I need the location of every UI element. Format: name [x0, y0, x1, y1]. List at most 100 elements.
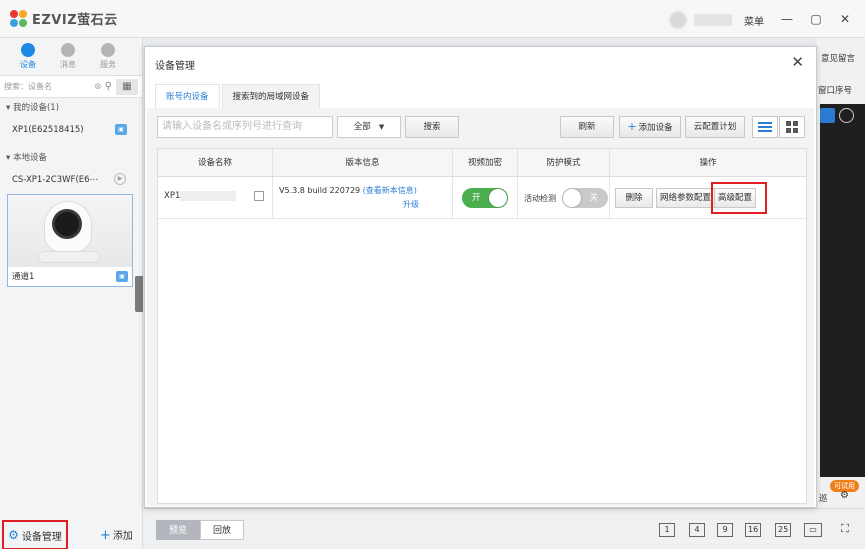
tab-account-devices[interactable]: 账号内设备	[155, 84, 220, 108]
list-view-icon	[758, 122, 772, 132]
plus-icon: +	[100, 528, 111, 543]
caret-down-icon: ▼	[378, 123, 385, 131]
maximize-button[interactable]: ▢	[807, 10, 825, 28]
add-device-label: 添加设备	[638, 123, 673, 133]
channel-status-icon: ▣	[116, 271, 128, 282]
camera-base	[38, 251, 100, 263]
grid-view-icon	[786, 121, 798, 133]
cell-guard-mode: 活动检测 关	[518, 177, 610, 218]
camera-thumbnail	[8, 195, 132, 267]
table-row: XP1 V5.3.8 build 220729 (查看新本信息) 升级 开 活动…	[158, 177, 806, 219]
toggle-knob	[563, 189, 581, 207]
play-control-icon[interactable]	[839, 108, 854, 123]
version-text: V5.3.8 build 220729 (查看新本信息)	[279, 185, 417, 196]
feedback-link[interactable]: 意见留言	[821, 52, 855, 64]
preview-tab[interactable]: 预览	[156, 520, 200, 540]
settings-icon[interactable]: ⚙	[840, 490, 849, 501]
delete-button[interactable]: 删除	[615, 188, 653, 208]
upgrade-link[interactable]: 升级	[403, 199, 419, 210]
layout-1-button[interactable]: 1	[659, 523, 675, 537]
cell-encrypt: 开	[453, 177, 518, 218]
fullscreen-icon[interactable]: ⛶	[837, 523, 853, 537]
sidebar-collapse-handle[interactable]	[135, 276, 143, 312]
dialog-tabs: 账号内设备 搜索到的局域网设备	[155, 84, 322, 108]
grid-view-button[interactable]	[779, 116, 805, 138]
search-button[interactable]: 搜索	[405, 116, 459, 138]
menu-button[interactable]: 菜单	[744, 13, 764, 28]
device-search-input[interactable]: 请输入设备名或序列号进行查询	[157, 116, 333, 138]
chat-icon[interactable]	[820, 108, 835, 123]
edit-icon[interactable]	[254, 191, 264, 201]
app-logo: EZVIZ萤石云	[10, 9, 118, 28]
sidebar-footer: ⚙ 设备管理 + 添加	[0, 516, 143, 549]
device-management-label: 设备管理	[21, 531, 62, 543]
device-search[interactable]: 搜索：设备名 ⊗ ⚲ ▦	[0, 76, 142, 98]
services-icon	[101, 43, 115, 57]
device-status-icon: ▣	[115, 124, 127, 135]
layout-9-button[interactable]: 9	[717, 523, 733, 537]
title-bar: EZVIZ萤石云 菜单 — ▢ ✕	[0, 0, 865, 38]
layout-4-button[interactable]: 4	[689, 523, 705, 537]
layout-25-button[interactable]: 25	[775, 523, 792, 537]
motion-detect-label: 活动检测	[524, 194, 556, 203]
cell-device-name: XP1	[158, 177, 273, 218]
tab-devices[interactable]: 设备	[8, 38, 48, 75]
sidebar: 设备 消息 服务 搜索：设备名 ⊗ ⚲ ▦ ▾ 我的设备(1) XP1(E625…	[0, 38, 143, 549]
user-avatar[interactable]	[668, 10, 688, 30]
tab-lan-devices[interactable]: 搜索到的局域网设备	[221, 84, 321, 108]
dialog-toolbar: 请输入设备名或序列号进行查询 全部 ▼ 搜索 刷新 + 添加设备 云配置计划	[157, 116, 809, 140]
dialog-close-button[interactable]: ✕	[791, 53, 804, 71]
grid-view-icon[interactable]: ▦	[116, 78, 138, 95]
device-management-button[interactable]: ⚙ 设备管理	[2, 520, 68, 549]
network-config-button[interactable]: 网络参数配置	[656, 188, 716, 208]
view-mode-switch: 预览 回放	[156, 520, 244, 540]
add-device-button[interactable]: + 添加设备	[619, 116, 681, 138]
device-table: 设备名称 版本信息 视频加密 防护模式 操作 XP1 V5.3.8 build …	[157, 148, 807, 504]
layout-16-button[interactable]: 16	[745, 523, 762, 537]
device-item-xp1[interactable]: XP1(E62518415) ▣	[0, 118, 142, 142]
window-order-link[interactable]: 窗口序号	[818, 84, 852, 96]
tab-devices-label: 设备	[20, 60, 36, 69]
tab-messages[interactable]: 消息	[48, 38, 88, 75]
add-device-sidebar-button[interactable]: + 添加	[100, 527, 133, 543]
bottom-bar: 预览 回放 1 4 9 16 25 ▭ ⛶	[144, 508, 865, 549]
play-icon[interactable]: ▶	[114, 173, 126, 185]
clear-icon[interactable]: ⊗	[94, 82, 102, 92]
col-device-name: 设备名称	[158, 149, 273, 176]
version-number: V5.3.8 build 220729	[279, 186, 361, 195]
video-encrypt-toggle[interactable]: 开	[462, 188, 508, 208]
col-version: 版本信息	[273, 149, 453, 176]
ezviz-logo-icon	[10, 9, 28, 28]
video-preview-area[interactable]	[820, 104, 865, 477]
col-actions: 操作	[699, 158, 717, 168]
tab-services-label: 服务	[100, 60, 116, 69]
refresh-button[interactable]: 刷新	[560, 116, 614, 138]
view-release-notes-link[interactable]: (查看新本信息)	[363, 186, 417, 195]
username-blurred[interactable]	[694, 14, 732, 26]
list-view-button[interactable]	[752, 116, 778, 138]
camera-icon	[21, 43, 35, 57]
group-local-devices[interactable]: ▾ 本地设备	[0, 148, 142, 168]
guard-mode-toggle[interactable]: 关	[562, 188, 608, 208]
col-guard-mode: 防护模式	[518, 149, 610, 176]
close-app-button[interactable]: ✕	[836, 10, 854, 28]
group-my-devices[interactable]: ▾ 我的设备(1)	[0, 98, 142, 118]
cloud-config-plan-button[interactable]: 云配置计划	[685, 116, 745, 138]
minimize-button[interactable]: —	[778, 10, 796, 28]
message-icon	[61, 43, 75, 57]
patrol-label: 巡	[819, 494, 828, 504]
device-filter-select[interactable]: 全部 ▼	[337, 116, 401, 138]
group-local-devices-label: 本地设备	[12, 153, 47, 163]
local-device-item[interactable]: CS-XP1-2C3WF(E6⋯ ▶	[0, 168, 142, 192]
cell-version: V5.3.8 build 220729 (查看新本信息) 升级	[273, 177, 453, 218]
channel-label: 通道1	[12, 272, 35, 282]
device-search-placeholder: 搜索：设备名	[4, 82, 52, 91]
tab-services[interactable]: 服务	[88, 38, 128, 75]
channel-card[interactable]: 通道1 ▣	[7, 194, 133, 287]
playback-tab[interactable]: 回放	[200, 520, 244, 540]
device-management-dialog: 设备管理 ✕ 账号内设备 搜索到的局域网设备 请输入设备名或序列号进行查询 全部…	[144, 46, 817, 508]
search-icon[interactable]: ⚲	[105, 81, 112, 92]
layout-custom-icon[interactable]: ▭	[804, 523, 822, 537]
channel-label-row: 通道1 ▣	[8, 267, 132, 287]
filter-value: 全部	[353, 122, 371, 132]
